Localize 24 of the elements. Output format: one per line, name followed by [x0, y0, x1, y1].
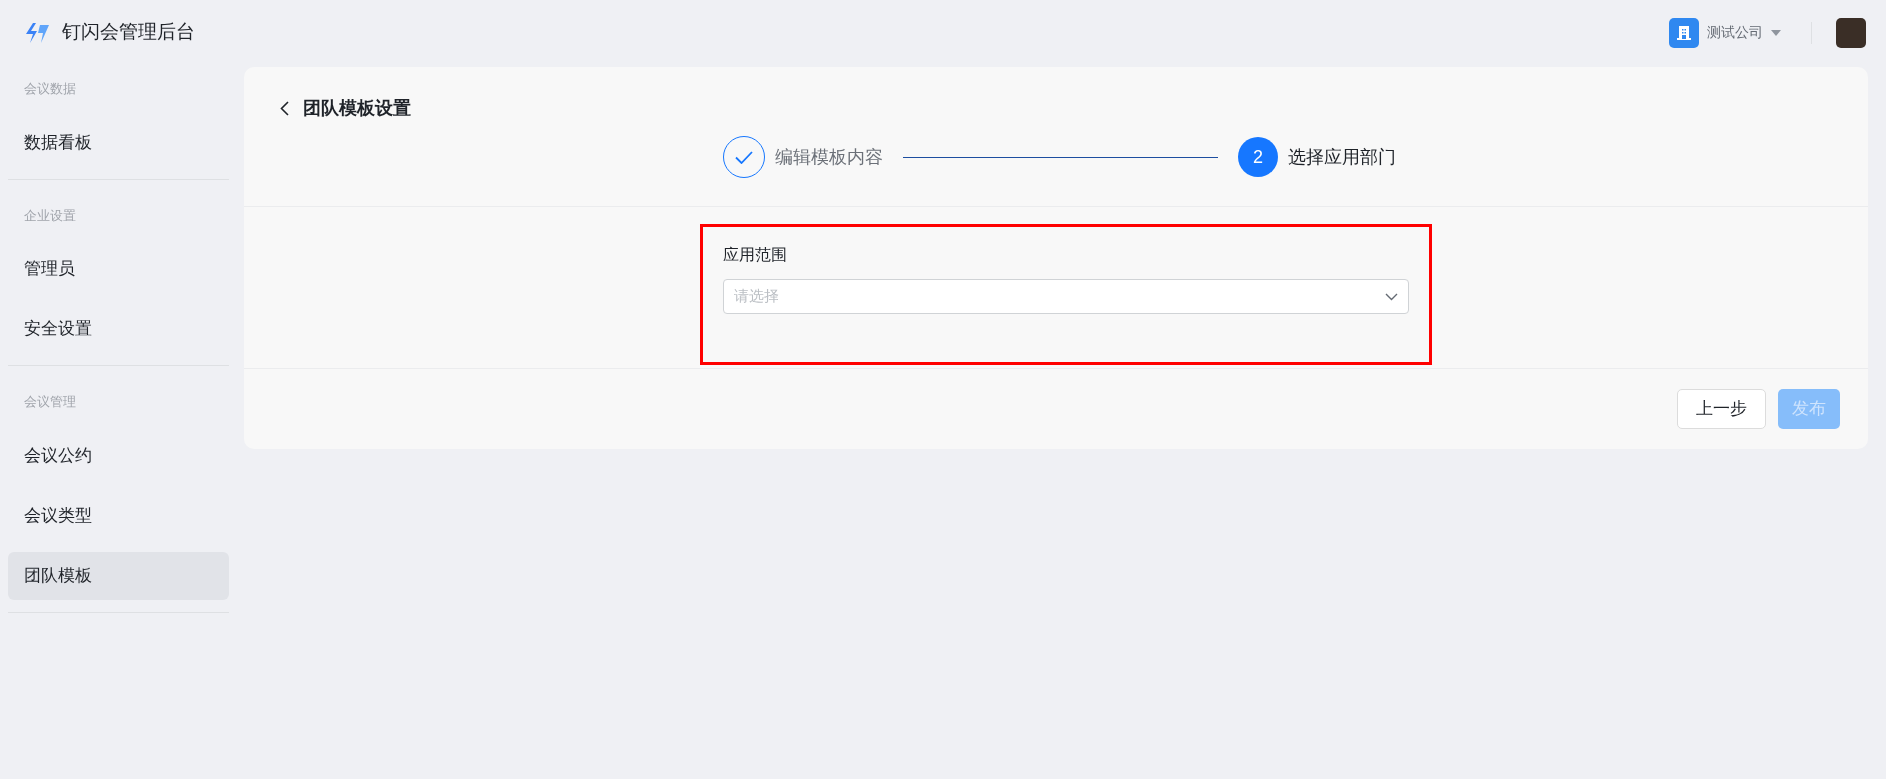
select-placeholder: 请选择 — [734, 286, 780, 307]
previous-step-button[interactable]: 上一步 — [1677, 389, 1766, 429]
company-switcher[interactable]: 测试公司 — [1669, 17, 1781, 48]
avatar-photo-placeholder[interactable] — [1836, 17, 1866, 48]
app-title: 钉闪会管理后台 — [62, 20, 195, 45]
sidebar-item[interactable]: 团队模板 — [8, 551, 229, 600]
step-label: 编辑模板内容 — [775, 145, 883, 169]
field-label: 应用范围 — [723, 245, 788, 265]
sidebar-item[interactable]: 数据看板 — [8, 118, 229, 167]
sidebar-group-label: 会议管理 — [23, 393, 77, 411]
caret-icon — [1771, 29, 1781, 36]
sidebar-item[interactable]: 会议公约 — [8, 431, 229, 480]
sidebar-item[interactable]: 会议类型 — [8, 491, 229, 540]
sidebar-item[interactable]: 管理员 — [8, 245, 229, 293]
sidebar-group-label: 企业设置 — [23, 206, 77, 225]
step-label: 选择应用部门 — [1288, 145, 1396, 169]
chevron-down-icon — [1385, 292, 1398, 301]
step-number: 2 — [1238, 137, 1278, 177]
sidebar-item[interactable]: 安全设置 — [8, 305, 229, 353]
page-title: 团队模板设置 — [303, 97, 411, 120]
sidebar-group-label: 会议数据 — [23, 80, 77, 98]
building-icon — [1669, 17, 1699, 48]
logo-icon — [24, 21, 50, 44]
back-icon[interactable] — [280, 101, 289, 116]
